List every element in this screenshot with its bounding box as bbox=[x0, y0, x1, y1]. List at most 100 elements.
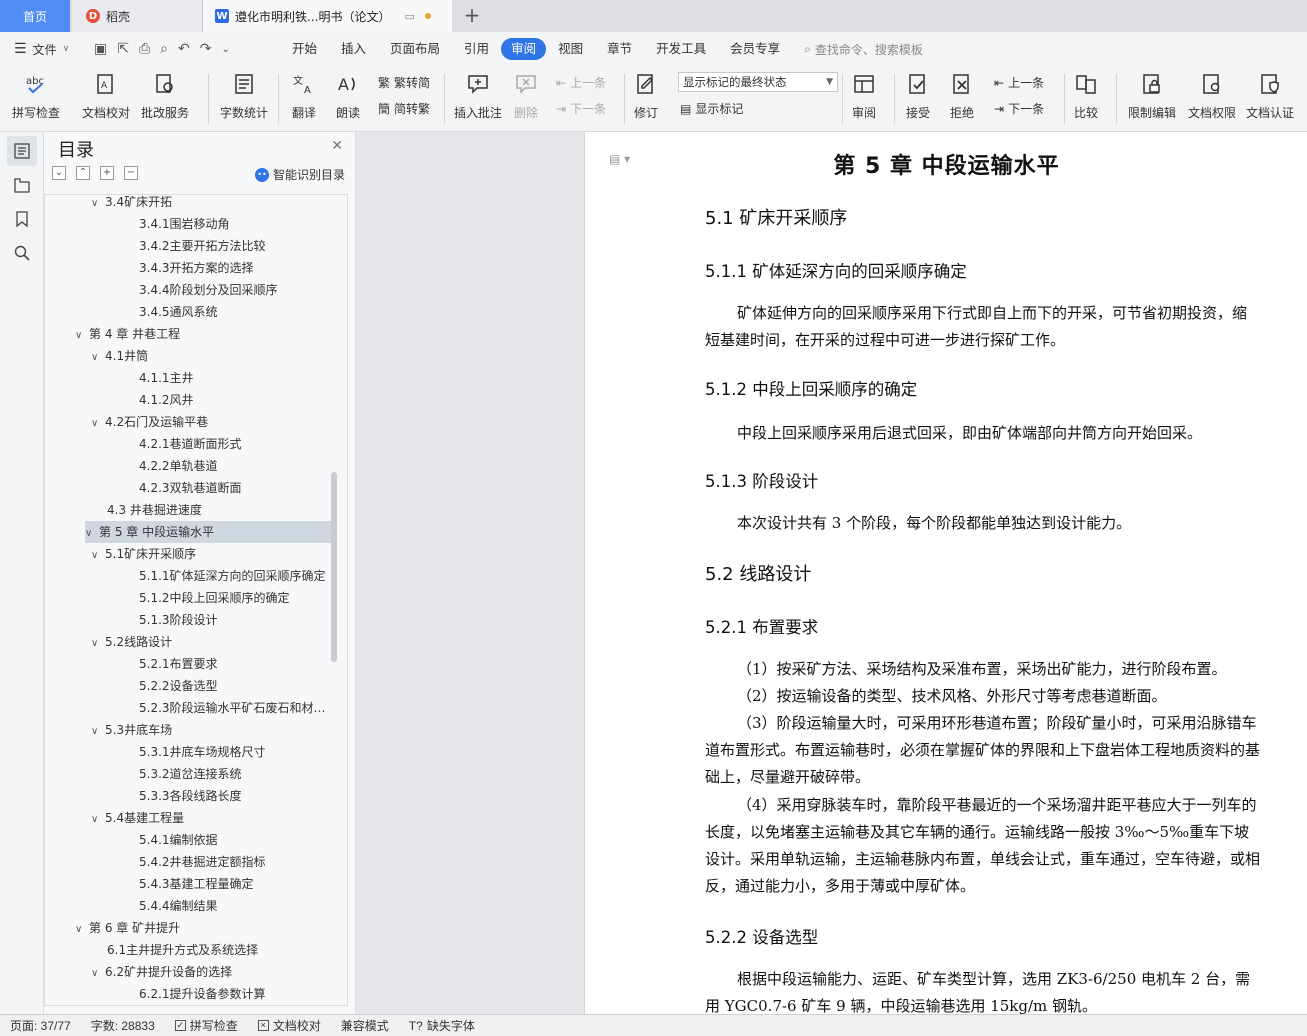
toc-item[interactable]: ∨ 4.1井筒 bbox=[91, 345, 333, 367]
toc-item[interactable]: ∨ 5.1矿床开采顺序 bbox=[91, 543, 333, 565]
toc-item[interactable]: 5.4.1编制依据 bbox=[139, 829, 333, 851]
menu-page-layout[interactable]: 页面布局 bbox=[378, 38, 452, 60]
translate-button[interactable]: 文A 翻译 bbox=[290, 70, 318, 121]
next-comment-button[interactable]: ⇥ 下一条 bbox=[556, 100, 606, 117]
chevron-down-icon[interactable]: ∨ bbox=[91, 963, 105, 983]
toc-item[interactable]: 4.1.2风井 bbox=[139, 389, 333, 411]
toc-item[interactable]: ∨ 5.3井底车场 bbox=[91, 719, 333, 741]
proofread-button[interactable]: A 文档校对 bbox=[82, 70, 130, 121]
track-changes-button[interactable]: 修订 bbox=[632, 70, 660, 121]
toc-item[interactable]: ∨ 第 4 章 井巷工程 bbox=[75, 323, 333, 345]
toc-item[interactable]: 6.2.1提升设备参数计算 bbox=[139, 983, 333, 1005]
toc-item[interactable]: 3.4.5通风系统 bbox=[139, 301, 333, 323]
command-search[interactable]: ⌕ 查找命令、搜索模板 bbox=[804, 41, 923, 58]
doc-certify-button[interactable]: 文档认证 bbox=[1246, 70, 1294, 121]
chevron-down-icon[interactable]: ∨ bbox=[91, 633, 105, 653]
toc-item[interactable]: 3.4.1围岩移动角 bbox=[139, 213, 333, 235]
toc-item[interactable]: 5.2.3阶段运输水平矿石废石和材料运输 bbox=[139, 697, 333, 719]
toc-item[interactable]: 5.2.1布置要求 bbox=[139, 653, 333, 675]
doc-permission-button[interactable]: 文档权限 bbox=[1188, 70, 1236, 121]
toc-item[interactable]: 4.3 井巷掘进速度 bbox=[107, 499, 333, 521]
toc-item[interactable]: 4.2.2单轨巷道 bbox=[139, 455, 333, 477]
menu-insert[interactable]: 插入 bbox=[329, 38, 378, 60]
promote-icon[interactable]: + bbox=[100, 166, 114, 180]
toc-item[interactable]: 3.4.4阶段划分及回采顺序 bbox=[139, 279, 333, 301]
tab-document[interactable]: W 遵化市明利铁...明书（论文） ▭ bbox=[202, 0, 452, 32]
toc-item[interactable]: 5.1.3阶段设计 bbox=[139, 609, 333, 631]
toc-panel-button[interactable] bbox=[7, 136, 37, 166]
review-pane-button[interactable]: 审阅 bbox=[850, 70, 878, 121]
close-icon[interactable]: ✕ bbox=[331, 138, 343, 154]
toc-item[interactable]: 4.2.3双轨巷道断面 bbox=[139, 477, 333, 499]
word-count-button[interactable]: 字数统计 bbox=[220, 70, 268, 121]
page-indicator[interactable]: 页面: 37/77 bbox=[0, 1017, 81, 1034]
read-aloud-button[interactable]: A 朗读 bbox=[334, 70, 362, 121]
missing-font-button[interactable]: T? 缺失字体 bbox=[399, 1017, 485, 1034]
compare-button[interactable]: 比较 bbox=[1072, 70, 1100, 121]
smart-toc-button[interactable]: •• 智能识别目录 bbox=[254, 166, 345, 183]
new-tab-button[interactable]: + bbox=[460, 4, 484, 28]
chevron-down-icon[interactable]: ∨ bbox=[91, 195, 105, 213]
insert-comment-button[interactable]: 插入批注 bbox=[454, 70, 502, 121]
print-preview-icon[interactable]: ⌕ bbox=[160, 41, 168, 57]
toc-item[interactable]: 5.3.1井底车场规格尺寸 bbox=[139, 741, 333, 763]
expand-all-icon[interactable]: ⌄ bbox=[52, 166, 66, 180]
status-spell-check[interactable]: ✓ 拼写检查 bbox=[165, 1017, 248, 1034]
toc-item[interactable]: 5.2.2设备选型 bbox=[139, 675, 333, 697]
delete-comment-button[interactable]: 删除 bbox=[512, 70, 540, 121]
toc-item[interactable]: 5.4.3基建工程量确定 bbox=[139, 873, 333, 895]
reject-button[interactable]: 拒绝 bbox=[948, 70, 976, 121]
toc-item[interactable]: 5.4.2井巷掘进定额指标 bbox=[139, 851, 333, 873]
undo-icon[interactable]: ↶ bbox=[178, 41, 190, 57]
toc-item[interactable]: 6.1主井提升方式及系统选择 bbox=[107, 939, 333, 961]
toc-item[interactable]: 4.1.1主井 bbox=[139, 367, 333, 389]
demote-icon[interactable]: − bbox=[124, 166, 138, 180]
prev-comment-button[interactable]: ⇤ 上一条 bbox=[556, 74, 606, 91]
chevron-down-icon[interactable]: ∨ bbox=[91, 545, 105, 565]
customize-icon[interactable]: ⌄ bbox=[221, 44, 229, 55]
find-button[interactable] bbox=[7, 238, 37, 268]
annotate-service-button[interactable]: 批改服务 bbox=[141, 70, 189, 121]
toc-item[interactable]: 5.1.2中段上回采顺序的确定 bbox=[139, 587, 333, 609]
toc-item[interactable]: 5.3.3各段线路长度 bbox=[139, 785, 333, 807]
restrict-edit-button[interactable]: 限制编辑 bbox=[1128, 70, 1176, 121]
next-change-button[interactable]: ⇥ 下一条 bbox=[994, 100, 1044, 117]
print-icon[interactable]: ⎙ bbox=[139, 41, 150, 57]
prev-change-button[interactable]: ⇤ 上一条 bbox=[994, 74, 1044, 91]
toc-item[interactable]: ∨ 3.4矿床开拓 bbox=[91, 195, 333, 213]
toc-item[interactable]: ∨ 第 6 章 矿井提升 bbox=[75, 917, 333, 939]
save-icon[interactable]: ▣ bbox=[94, 41, 107, 57]
menu-member[interactable]: 会员专享 bbox=[718, 38, 792, 60]
status-proofread[interactable]: × 文档校对 bbox=[248, 1017, 331, 1034]
chevron-down-icon[interactable]: ∨ bbox=[91, 721, 105, 741]
chevron-down-icon[interactable]: ∨ bbox=[75, 919, 89, 939]
toc-item[interactable]: 5.1.1矿体延深方向的回采顺序确定 bbox=[139, 565, 333, 587]
menu-references[interactable]: 引用 bbox=[452, 38, 501, 60]
toc-item[interactable]: 5.4.4编制结果 bbox=[139, 895, 333, 917]
toc-item[interactable]: 4.2.1巷道断面形式 bbox=[139, 433, 333, 455]
toc-item[interactable]: ∨ 5.4基建工程量 bbox=[91, 807, 333, 829]
chapter-nav-button[interactable] bbox=[7, 170, 37, 200]
tab-docer[interactable]: D 稻壳 bbox=[72, 0, 202, 32]
menu-section[interactable]: 章节 bbox=[595, 38, 644, 60]
file-menu[interactable]: ☰ 文件 ∨ bbox=[0, 41, 90, 58]
collapse-all-icon[interactable]: ⌃ bbox=[76, 166, 90, 180]
chevron-down-icon[interactable]: ∨ bbox=[85, 523, 99, 543]
toc-item[interactable]: ∨ 4.2石门及运输平巷 bbox=[91, 411, 333, 433]
toc-item[interactable]: 3.4.3开拓方案的选择 bbox=[139, 257, 333, 279]
accept-button[interactable]: 接受 bbox=[904, 70, 932, 121]
toc-item[interactable]: 5.3.2道岔连接系统 bbox=[139, 763, 333, 785]
toc-item[interactable]: ∨ 6.2矿井提升设备的选择 bbox=[91, 961, 333, 983]
chevron-down-icon[interactable]: ∨ bbox=[91, 809, 105, 829]
show-markup-button[interactable]: ▤ 显示标记 bbox=[680, 100, 743, 117]
toc-item[interactable]: ∨ 5.2线路设计 bbox=[91, 631, 333, 653]
to-simplified-button[interactable]: 簡简转繁 bbox=[378, 100, 430, 117]
compat-mode[interactable]: 兼容模式 bbox=[331, 1017, 399, 1034]
toc-scrollbar[interactable] bbox=[331, 472, 337, 662]
toc-item[interactable]: ∨ 第 5 章 中段运输水平 bbox=[85, 521, 331, 543]
markup-state-select[interactable]: 显示标记的最终状态 ▼ bbox=[678, 72, 838, 92]
toc-item[interactable]: 3.4.2主要开拓方法比较 bbox=[139, 235, 333, 257]
screen-icon[interactable]: ▭ bbox=[404, 10, 414, 23]
menu-developer[interactable]: 开发工具 bbox=[644, 38, 718, 60]
menu-view[interactable]: 视图 bbox=[546, 38, 595, 60]
